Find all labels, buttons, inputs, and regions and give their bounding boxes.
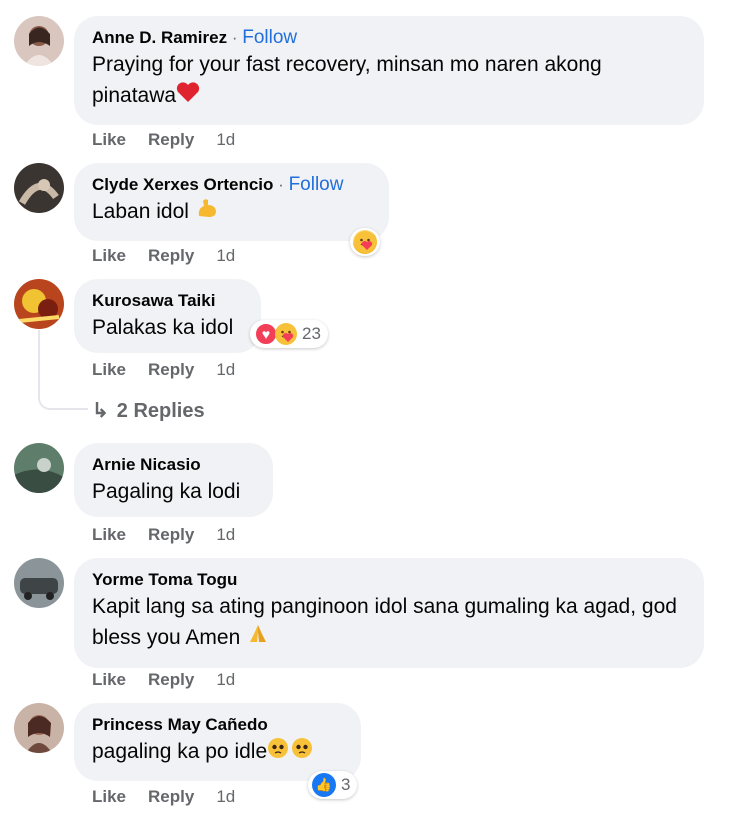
author-name[interactable]: Clyde Xerxes Ortencio (92, 175, 273, 194)
avatar[interactable] (14, 703, 64, 753)
comment-actions: Like Reply 1d (92, 360, 235, 380)
reaction-count: 23 (302, 324, 321, 343)
comment-text: Palakas ka idol (92, 316, 234, 339)
reactions-summary[interactable]: 👍 3 (308, 771, 358, 799)
timestamp[interactable]: 1d (216, 246, 235, 265)
like-button[interactable]: Like (92, 670, 126, 689)
timestamp[interactable]: 1d (216, 525, 235, 544)
like-button[interactable]: Like (92, 525, 126, 544)
reply-button[interactable]: Reply (148, 525, 194, 544)
timestamp[interactable]: 1d (216, 360, 235, 379)
avatar[interactable] (14, 279, 64, 329)
reply-button[interactable]: Reply (148, 670, 194, 689)
reply-arrow-icon: ↳ (92, 400, 109, 422)
comment-actions: Like Reply 1d (92, 787, 235, 807)
avatar[interactable] (14, 163, 64, 213)
reply-button[interactable]: Reply (148, 787, 194, 806)
red-heart-icon (176, 81, 200, 112)
comment-text: Pagaling ka lodi (92, 480, 241, 503)
author-name[interactable]: Yorme Toma Togu (92, 570, 237, 589)
care-icon (353, 230, 377, 254)
timestamp[interactable]: 1d (216, 670, 235, 689)
comment-bubble: Arnie Nicasio Pagaling ka lodi (74, 443, 273, 517)
comment-bubble: Clyde Xerxes Ortencio · Follow Laban ido… (74, 163, 389, 241)
comment-bubble: Yorme Toma Togu Kapit lang sa ating pang… (74, 558, 704, 668)
flexed-biceps-icon (195, 196, 219, 229)
author-name[interactable]: Princess May Cañedo (92, 715, 268, 734)
author-name[interactable]: Kurosawa Taiki (92, 291, 215, 310)
separator-dot: · (231, 28, 238, 47)
reactions-summary[interactable] (350, 228, 380, 256)
comment-text: pagaling ka po idle (92, 740, 268, 763)
folded-hands-icon (246, 622, 270, 655)
like-button[interactable]: Like (92, 787, 126, 806)
comment-bubble: Kurosawa Taiki Palakas ka idol (74, 279, 261, 353)
reply-button[interactable]: Reply (148, 130, 194, 149)
comment-actions: Like Reply 1d (92, 246, 235, 266)
avatar[interactable] (14, 16, 64, 66)
timestamp[interactable]: 1d (216, 130, 235, 149)
pleading-face-icon (267, 737, 313, 768)
author-name[interactable]: Anne D. Ramirez (92, 28, 227, 47)
like-button[interactable]: Like (92, 246, 126, 265)
replies-count: 2 Replies (116, 400, 205, 422)
follow-button[interactable]: Follow (242, 27, 297, 48)
avatar[interactable] (14, 558, 64, 608)
comment-actions: Like Reply 1d (92, 525, 235, 545)
like-button[interactable]: Like (92, 360, 126, 379)
comment-bubble: Anne D. Ramirez · Follow Praying for you… (74, 16, 704, 125)
like-icon: 👍 (312, 773, 336, 797)
author-name[interactable]: Arnie Nicasio (92, 455, 201, 474)
reply-button[interactable]: Reply (148, 360, 194, 379)
view-replies-link[interactable]: ↳ 2 Replies (92, 398, 205, 423)
comment-text: Praying for your fast recovery, minsan m… (92, 53, 602, 107)
thread-connector (38, 330, 88, 410)
separator-dot: · (278, 175, 284, 194)
comment-text: Kapit lang sa ating panginoon idol sana … (92, 595, 677, 650)
reply-button[interactable]: Reply (148, 246, 194, 265)
comment-bubble: Princess May Cañedo pagaling ka po idle (74, 703, 361, 781)
reactions-summary[interactable]: ♥ 23 (250, 320, 328, 348)
comment-actions: Like Reply 1d (92, 130, 235, 150)
follow-button[interactable]: Follow (289, 174, 344, 195)
timestamp[interactable]: 1d (216, 787, 235, 806)
like-button[interactable]: Like (92, 130, 126, 149)
avatar[interactable] (14, 443, 64, 493)
comment-text: Laban idol (92, 200, 189, 224)
reaction-count: 3 (341, 775, 351, 794)
care-icon (274, 322, 298, 346)
comment-actions: Like Reply 1d (92, 670, 235, 690)
